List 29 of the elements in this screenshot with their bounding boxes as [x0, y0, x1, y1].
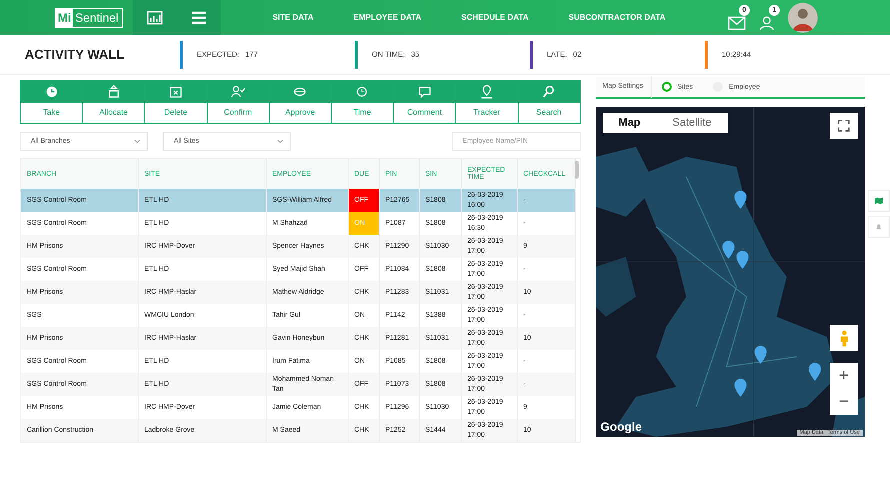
disc-icon [293, 85, 308, 99]
fullscreen-button[interactable] [830, 113, 858, 139]
map-icon [875, 197, 883, 205]
chevron-down-icon [277, 139, 284, 144]
logo: Mi Sentinel [55, 8, 123, 28]
clock-icon [44, 85, 59, 99]
avatar[interactable] [788, 2, 818, 32]
location-pin-icon [480, 85, 494, 99]
map-tab[interactable] [868, 190, 890, 212]
menu-icon [190, 10, 207, 24]
bell-icon [875, 223, 883, 231]
street-view-button[interactable] [830, 325, 858, 351]
chevron-down-icon [134, 139, 141, 144]
map-type-tab[interactable]: Map [602, 113, 657, 133]
map-type-tab[interactable]: Satellite [656, 113, 728, 133]
menu-button[interactable] [176, 0, 221, 35]
user-icon[interactable] [758, 16, 776, 30]
notifications-tab[interactable] [868, 216, 890, 238]
bar-chart-icon [146, 10, 163, 24]
fullscreen-icon [838, 120, 850, 132]
mail-icon[interactable] [728, 16, 746, 30]
chat-icon [418, 85, 432, 99]
clock-icon [356, 85, 370, 99]
search-icon [542, 85, 556, 99]
page-title: ACTIVITY WALL [24, 47, 126, 62]
user-check-icon [231, 85, 246, 99]
dashboard-button[interactable] [132, 0, 177, 35]
person-icon [840, 330, 848, 346]
map-logo: Google [600, 420, 642, 434]
